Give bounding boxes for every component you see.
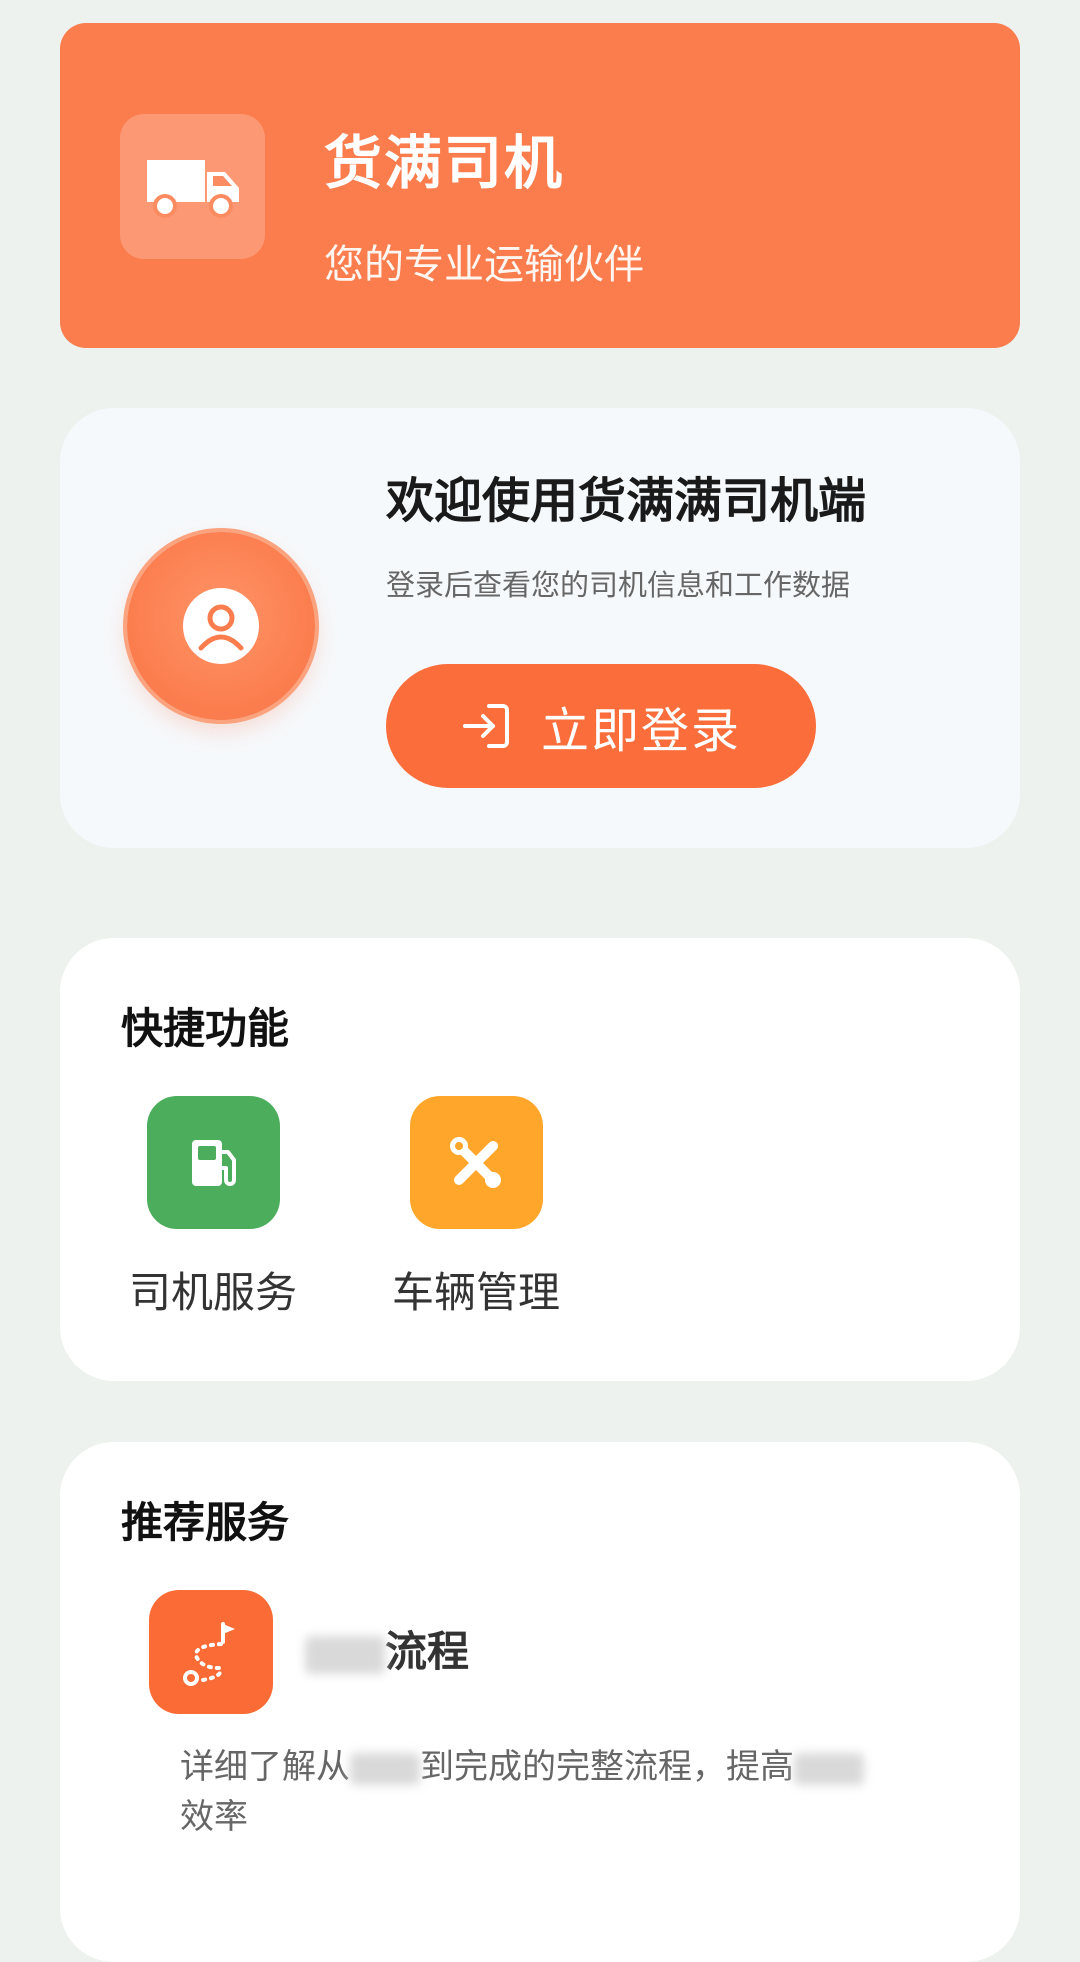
- process-desc-part1: 详细了解从: [180, 1747, 350, 1787]
- recommended-services-card: 推荐服务 流程 详细了解从 到完成的完整流程，提高效率: [60, 1442, 1020, 1962]
- route-flag-icon: [183, 1622, 235, 1686]
- process-guide-title[interactable]: 流程: [305, 1626, 469, 1678]
- process-guide-icon-tile[interactable]: [149, 1590, 273, 1714]
- driver-service-icon-tile: [146, 1096, 280, 1229]
- fuel-pump-icon: [192, 1139, 236, 1186]
- tools-icon: [450, 1136, 501, 1188]
- app-title: 货满司机: [324, 129, 565, 197]
- vehicle-management-label: 车辆管理: [391, 1268, 560, 1317]
- vehicle-management-icon-tile: [409, 1096, 543, 1229]
- process-guide-title-text: 流程: [385, 1627, 470, 1676]
- process-guide-description: 详细了解从 到完成的完整流程，提高效率: [180, 1742, 920, 1842]
- quick-functions-title: 快捷功能: [121, 1004, 290, 1053]
- user-avatar-icon: [183, 588, 259, 664]
- login-button-label: 立即登录: [540, 703, 741, 759]
- driver-service-item[interactable]: 司机服务: [113, 1096, 313, 1319]
- redacted-text: [350, 1752, 420, 1785]
- app-logo: [120, 114, 265, 259]
- avatar: [127, 532, 315, 720]
- login-icon: [462, 704, 509, 748]
- app-subtitle: 您的专业运输伙伴: [324, 242, 644, 288]
- process-desc-part3: 效率: [180, 1797, 248, 1837]
- quick-functions-card: 快捷功能 司机服务 车辆管理: [60, 938, 1020, 1381]
- header-card: 货满司机 您的专业运输伙伴: [60, 23, 1020, 348]
- redacted-text: [305, 1635, 385, 1674]
- welcome-title: 欢迎使用货满满司机端: [386, 473, 867, 529]
- driver-service-label: 司机服务: [128, 1268, 297, 1317]
- login-card: 欢迎使用货满满司机端 登录后查看您的司机信息和工作数据 立即登录: [60, 408, 1020, 848]
- welcome-description: 登录后查看您的司机信息和工作数据: [386, 568, 851, 602]
- truck-icon: [146, 159, 239, 218]
- process-desc-part2: 到完成的完整流程，提高: [420, 1747, 794, 1787]
- vehicle-management-item[interactable]: 车辆管理: [386, 1096, 566, 1319]
- login-button[interactable]: 立即登录: [386, 664, 816, 788]
- redacted-text: [794, 1752, 864, 1785]
- recommended-title: 推荐服务: [121, 1498, 290, 1547]
